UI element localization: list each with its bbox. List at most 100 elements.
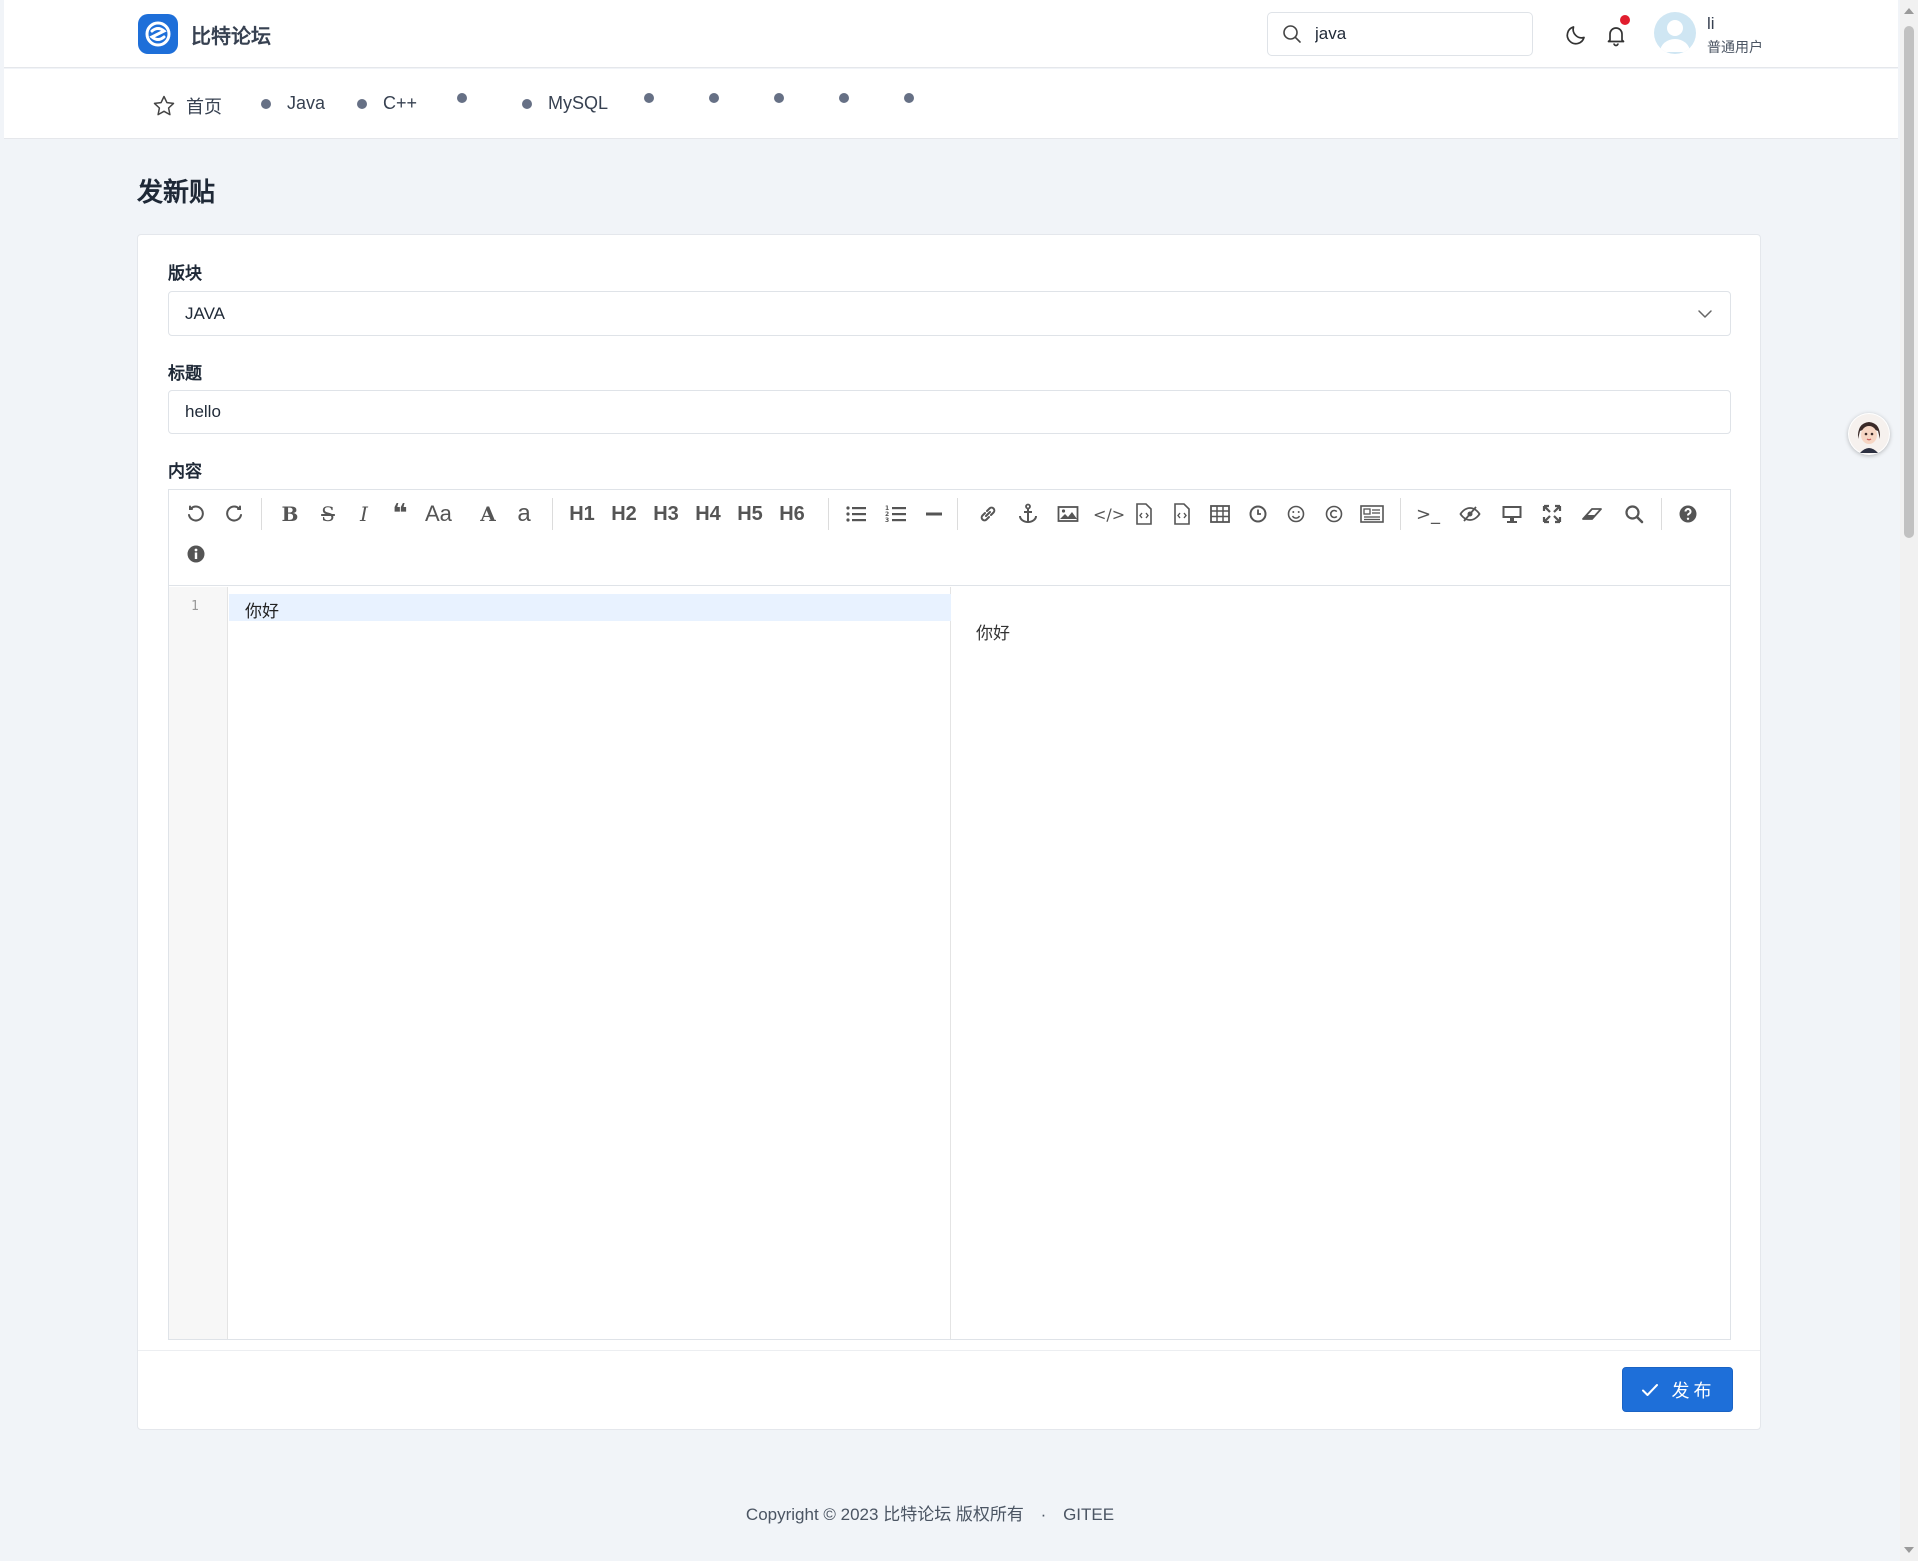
board-nav: 首页 Java C++ MySQL [4, 69, 1898, 139]
case-icon[interactable]: Aa [425, 500, 452, 528]
search-replace-icon[interactable] [1621, 500, 1647, 528]
toolbar-separator [1661, 498, 1662, 530]
nav-dot [522, 98, 532, 109]
board-select-value: JAVA [185, 303, 225, 323]
code-block-icon[interactable] [1131, 500, 1157, 528]
preview-icon[interactable] [1499, 500, 1525, 528]
markdown-preview: 你好 [952, 587, 1730, 1339]
nav-dot [457, 93, 467, 103]
nav-item-mysql[interactable]: MySQL [522, 93, 608, 114]
image-icon[interactable] [1055, 500, 1081, 528]
editor-toolbar: B S I ❝ Aa A a H1 H2 H3 H4 H5 H6 123 </>… [169, 490, 1730, 586]
emoji-icon[interactable] [1283, 500, 1309, 528]
scroll-down-arrow[interactable] [1904, 1547, 1914, 1553]
notification-dot [1620, 15, 1630, 25]
nav-item-7[interactable] [774, 93, 784, 103]
nav-item-3[interactable] [457, 93, 467, 103]
nav-item-label: MySQL [548, 93, 609, 113]
anchor-icon[interactable] [1015, 500, 1041, 528]
nav-home-label: 首页 [186, 97, 222, 117]
unordered-list-icon[interactable] [843, 500, 869, 528]
markdown-input[interactable]: 你好 [229, 587, 951, 1339]
line-number: 1 [191, 599, 199, 614]
h1-button[interactable]: H1 [569, 500, 595, 528]
html-entities-icon[interactable] [1359, 500, 1385, 528]
link-icon[interactable] [975, 500, 1001, 528]
undo-icon[interactable] [183, 500, 209, 528]
h4-button[interactable]: H4 [695, 500, 721, 528]
moon-icon[interactable] [1561, 20, 1591, 50]
nav-item-label: C++ [383, 93, 418, 113]
h2-button[interactable]: H2 [611, 500, 637, 528]
gitee-link[interactable]: GITEE [1063, 1505, 1114, 1524]
quote-icon[interactable]: ❝ [387, 499, 413, 529]
h5-button[interactable]: H5 [737, 500, 763, 528]
copyright-icon[interactable] [1321, 500, 1347, 528]
h3-button[interactable]: H3 [653, 500, 679, 528]
lowercase-icon[interactable]: a [511, 500, 537, 528]
horizontal-rule-icon[interactable] [921, 500, 947, 528]
nav-item-5[interactable] [644, 93, 654, 103]
info-icon[interactable] [183, 540, 209, 568]
search-input[interactable] [1315, 24, 1515, 44]
user-role: 普通用户 [1707, 39, 1763, 55]
nav-dot [904, 93, 914, 103]
markdown-text: 你好 [245, 602, 279, 621]
bell-icon[interactable] [1601, 15, 1631, 50]
bold-icon[interactable]: B [277, 500, 303, 528]
code-icon[interactable]: </> [1093, 500, 1125, 528]
check-icon [1641, 1383, 1658, 1396]
nav-dot [261, 98, 271, 109]
help-icon[interactable] [1675, 500, 1701, 528]
line-gutter: 1 [169, 587, 228, 1339]
star-icon [153, 95, 175, 116]
nav-item-home[interactable]: 首页 [152, 93, 222, 119]
toolbar-separator [828, 498, 829, 530]
toolbar-separator [261, 498, 262, 530]
user-name[interactable]: li [1707, 14, 1715, 34]
redo-icon[interactable] [221, 500, 247, 528]
nav-item-9[interactable] [904, 93, 914, 103]
chevron-down-icon [1698, 310, 1712, 318]
italic-icon[interactable]: I [351, 500, 377, 528]
code-block-alt-icon[interactable] [1169, 500, 1195, 528]
clock-icon[interactable] [1245, 500, 1271, 528]
board-label: 版块 [168, 264, 202, 283]
h6-button[interactable]: H6 [779, 500, 805, 528]
nav-dot [644, 93, 654, 103]
preview-text: 你好 [976, 624, 1010, 643]
nav-item-8[interactable] [839, 93, 849, 103]
strikethrough-icon[interactable]: S [315, 500, 341, 528]
nav-item-cpp[interactable]: C++ [357, 93, 417, 114]
nav-item-6[interactable] [709, 93, 719, 103]
assistant-avatar-icon[interactable] [1848, 413, 1890, 455]
page-title: 发新贴 [137, 177, 216, 207]
new-post-form: 版块 JAVA 标题 内容 B S I ❝ Aa A a [137, 234, 1761, 1430]
board-select[interactable]: JAVA [168, 291, 1731, 336]
watch-icon[interactable] [1457, 500, 1483, 528]
top-header: 比特论坛 li 普通用户 [4, 0, 1898, 68]
uppercase-icon[interactable]: A [475, 500, 501, 528]
brand[interactable]: 比特论坛 [138, 14, 271, 54]
nav-dot [357, 98, 367, 109]
scroll-up-arrow[interactable] [1904, 8, 1914, 14]
title-input[interactable] [168, 390, 1731, 434]
ordered-list-icon[interactable]: 123 [883, 500, 909, 528]
publish-button[interactable]: 发布 [1622, 1367, 1733, 1412]
terminal-icon[interactable]: >_ [1415, 500, 1441, 528]
page-scrollbar[interactable] [1900, 0, 1918, 1561]
title-label: 标题 [168, 364, 202, 383]
table-icon[interactable] [1207, 500, 1233, 528]
search-box[interactable] [1267, 12, 1533, 56]
toolbar-separator [552, 498, 553, 530]
nav-dot [709, 93, 719, 103]
user-avatar-icon[interactable] [1654, 12, 1696, 54]
markdown-editor: B S I ❝ Aa A a H1 H2 H3 H4 H5 H6 123 </>… [168, 489, 1731, 1340]
fullscreen-icon[interactable] [1539, 500, 1565, 528]
brand-name: 比特论坛 [191, 25, 271, 48]
footer-separator: · [1040, 1505, 1047, 1524]
scrollbar-thumb[interactable] [1904, 26, 1914, 538]
nav-item-java[interactable]: Java [261, 93, 325, 114]
clear-icon[interactable] [1579, 500, 1605, 528]
toolbar-separator [1400, 498, 1401, 530]
